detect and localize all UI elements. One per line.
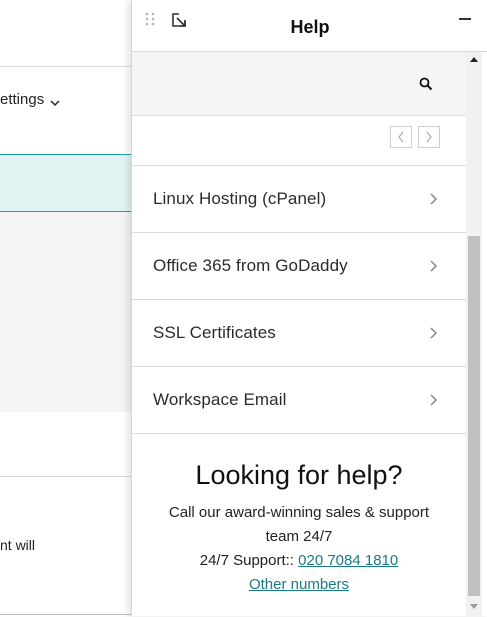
footer-heading: Looking for help?	[195, 460, 403, 490]
footer-line-2: team 24/7	[265, 528, 333, 545]
footer-line-1: Call our award-winning sales & support	[168, 504, 430, 521]
help-panel-scrollbar[interactable]	[466, 52, 482, 616]
topic-label: Office 365 from GoDaddy	[153, 256, 348, 275]
chevron-right-icon	[429, 259, 439, 273]
background-selected-row[interactable]	[0, 154, 134, 212]
help-topic-list: Linux Hosting (cPanel) Office 365 from G…	[132, 166, 466, 434]
background-content-panel	[0, 212, 133, 412]
topic-label: SSL Certificates	[153, 323, 276, 342]
pager-prev-button[interactable]	[390, 126, 412, 148]
topic-office-365[interactable]: Office 365 from GoDaddy	[132, 233, 466, 300]
topic-label: Linux Hosting (cPanel)	[153, 189, 327, 208]
topic-workspace-email[interactable]: Workspace Email	[132, 367, 466, 434]
scroll-thumb[interactable]	[468, 236, 480, 596]
background-divider	[0, 476, 133, 477]
help-contact-footer: Looking for help? Call our award-winning…	[132, 436, 466, 597]
background-settings-menu[interactable]: ettings	[0, 89, 60, 109]
background-settings-label: ettings	[0, 90, 45, 108]
pager-next-button[interactable]	[418, 126, 440, 148]
background-header-divider	[0, 66, 133, 67]
topic-label: Workspace Email	[153, 390, 287, 409]
chevron-right-icon	[426, 131, 432, 143]
chevron-left-icon	[398, 131, 404, 143]
other-numbers-link[interactable]: Other numbers	[249, 576, 349, 593]
scroll-up-arrow-icon[interactable]	[470, 57, 478, 62]
search-icon[interactable]	[418, 76, 434, 92]
support-phone-link[interactable]: 020 7084 1810	[298, 552, 398, 569]
help-panel-title: Help	[290, 17, 330, 37]
chevron-right-icon	[429, 192, 439, 206]
help-pager	[132, 116, 466, 166]
help-panel: Help Linux Hosting (cPanel) Office 365 f…	[131, 0, 487, 616]
help-search-bar[interactable]	[132, 52, 466, 116]
chevron-down-icon	[50, 95, 60, 106]
scroll-down-arrow-icon[interactable]	[470, 604, 478, 609]
topic-ssl-certificates[interactable]: SSL Certificates	[132, 300, 466, 367]
other-numbers-line: Other numbers	[132, 573, 466, 597]
help-panel-header: Help	[132, 0, 487, 52]
chevron-right-icon	[429, 393, 439, 407]
chevron-right-icon	[429, 326, 439, 340]
background-partial-text: nt will	[0, 537, 36, 553]
topic-linux-hosting[interactable]: Linux Hosting (cPanel)	[132, 166, 466, 233]
support-label: 24/7 Support::	[199, 552, 299, 569]
minimize-icon[interactable]	[457, 8, 473, 24]
support-phone-line: 24/7 Support:: 020 7084 1810	[132, 549, 466, 573]
